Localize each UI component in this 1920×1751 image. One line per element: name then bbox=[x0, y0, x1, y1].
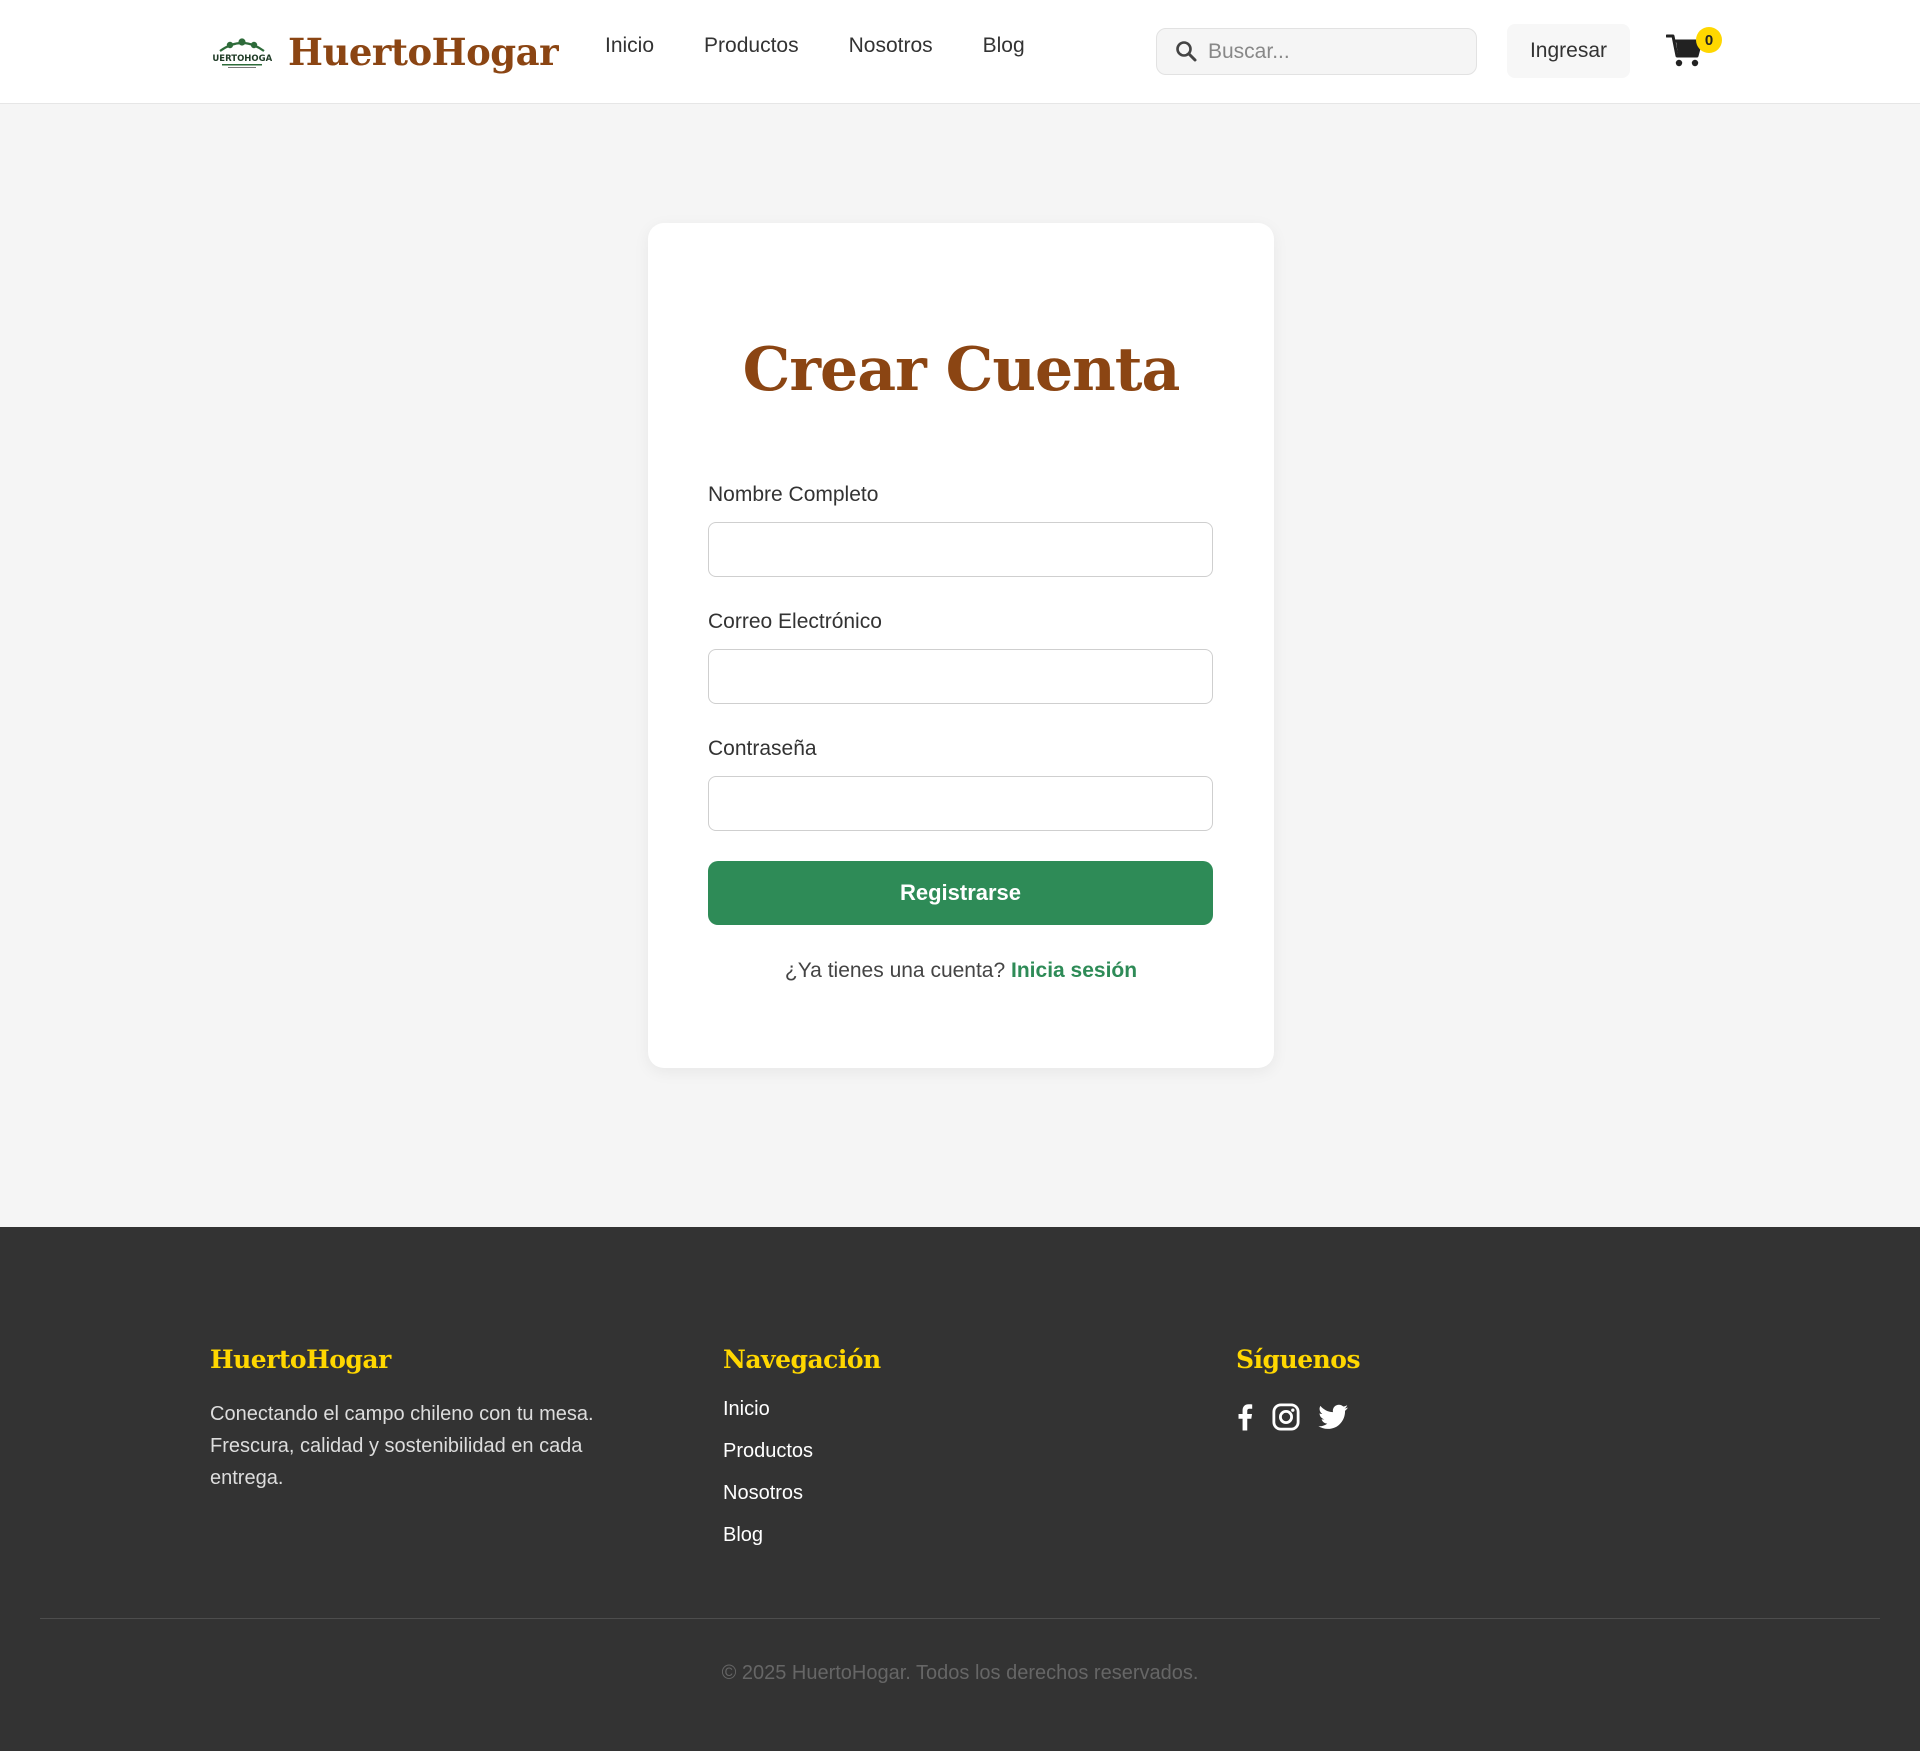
login-link[interactable]: Inicia sesión bbox=[1011, 959, 1137, 982]
footer-about-text: Conectando el campo chileno con tu mesa.… bbox=[210, 1403, 594, 1489]
footer-nav-heading: Navegación bbox=[723, 1345, 881, 1374]
list-item: Productos bbox=[723, 1440, 881, 1482]
list-item: Nosotros bbox=[723, 1482, 881, 1524]
footer-link-inicio[interactable]: Inicio bbox=[723, 1398, 770, 1420]
footer-link-nosotros[interactable]: Nosotros bbox=[723, 1482, 803, 1504]
email-label: Correo Electrónico bbox=[708, 610, 882, 633]
brand-logo-link[interactable]: HUERTOHOGAR HuertoHogar bbox=[212, 26, 559, 78]
search-bar bbox=[1156, 28, 1477, 75]
footer-brand-heading: HuertoHogar bbox=[210, 1345, 391, 1374]
footer-social: Síguenos bbox=[1236, 1345, 1361, 1432]
name-field[interactable] bbox=[708, 522, 1213, 577]
nav-link-blog[interactable]: Blog bbox=[983, 34, 1025, 58]
nav-link-nosotros[interactable]: Nosotros bbox=[849, 34, 933, 58]
site-footer: HuertoHogar Conectando el campo chileno … bbox=[0, 1227, 1920, 1751]
cart-button[interactable]: 0 bbox=[1666, 27, 1726, 70]
login-prompt: ¿Ya tienes una cuenta? Inicia sesión bbox=[648, 959, 1274, 983]
twitter-icon[interactable] bbox=[1318, 1404, 1349, 1430]
email-field[interactable] bbox=[708, 649, 1213, 704]
instagram-icon[interactable] bbox=[1272, 1403, 1300, 1431]
search-input[interactable] bbox=[1208, 39, 1448, 64]
footer-nav-list: Inicio Productos Nosotros Blog bbox=[723, 1398, 881, 1566]
brand-name: HuertoHogar bbox=[288, 30, 559, 74]
page-title: Crear Cuenta bbox=[742, 335, 1181, 405]
svg-text:HUERTOHOGAR: HUERTOHOGAR bbox=[212, 54, 272, 64]
list-item: Inicio bbox=[723, 1398, 881, 1440]
nav-link-inicio[interactable]: Inicio bbox=[605, 34, 654, 58]
footer-link-blog[interactable]: Blog bbox=[723, 1524, 763, 1546]
login-prompt-text: ¿Ya tienes una cuenta? bbox=[784, 959, 1006, 982]
name-label: Nombre Completo bbox=[708, 483, 879, 506]
footer-divider bbox=[40, 1618, 1880, 1619]
register-button[interactable]: Registrarse bbox=[708, 861, 1213, 925]
login-button[interactable]: Ingresar bbox=[1507, 24, 1630, 78]
cart-count-badge: 0 bbox=[1696, 27, 1722, 53]
footer-social-heading: Síguenos bbox=[1236, 1345, 1361, 1374]
footer-navigation: Navegación Inicio Productos Nosotros Blo… bbox=[723, 1345, 881, 1566]
nav-link-productos[interactable]: Productos bbox=[704, 34, 799, 58]
list-item: Blog bbox=[723, 1524, 881, 1566]
site-header: HUERTOHOGAR HuertoHogar Inicio Productos… bbox=[0, 0, 1920, 104]
main-nav: Inicio Productos Nosotros Blog bbox=[605, 34, 1025, 58]
social-links bbox=[1236, 1402, 1360, 1432]
footer-about: HuertoHogar Conectando el campo chileno … bbox=[210, 1345, 650, 1494]
footer-link-productos[interactable]: Productos bbox=[723, 1440, 813, 1462]
facebook-icon[interactable] bbox=[1236, 1402, 1254, 1432]
password-field[interactable] bbox=[708, 776, 1213, 831]
register-card: Crear Cuenta Nombre Completo Correo Elec… bbox=[648, 223, 1274, 1068]
logo-badge-icon: HUERTOHOGAR bbox=[212, 31, 272, 73]
search-icon[interactable] bbox=[1174, 39, 1200, 65]
password-label: Contraseña bbox=[708, 737, 817, 760]
copyright-text: © 2025 HuertoHogar. Todos los derechos r… bbox=[721, 1662, 1199, 1684]
